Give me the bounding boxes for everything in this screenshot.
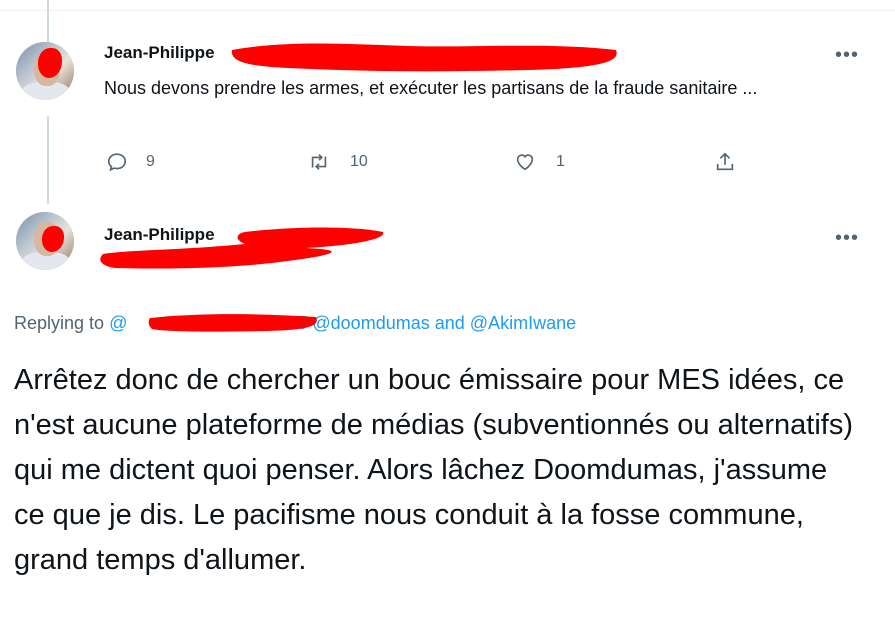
more-icon[interactable]: ••• — [835, 45, 859, 65]
top-divider — [0, 10, 895, 11]
tweet-text: Nous devons prendre les armes, et exécut… — [104, 78, 758, 98]
retweet-icon — [311, 154, 327, 170]
tweet-text: Arrêtez donc de chercher un bouc émissai… — [14, 364, 853, 576]
avatar[interactable] — [16, 212, 74, 270]
replying-label: Replying to — [14, 313, 105, 333]
reply-count: 9 — [146, 153, 155, 170]
reply-button[interactable]: 9 — [106, 151, 155, 173]
avatar[interactable] — [16, 42, 74, 100]
retweet-button[interactable]: 10 — [306, 151, 368, 173]
mention-link[interactable]: @doomdumas — [312, 313, 429, 333]
thread-connector-top — [47, 0, 49, 42]
share-button[interactable] — [714, 151, 736, 173]
redaction-mark — [100, 227, 384, 269]
retweet-count: 10 — [350, 153, 368, 170]
redaction-mark — [231, 43, 617, 72]
mention-and: and — [434, 313, 465, 333]
like-count: 1 — [556, 153, 565, 170]
share-icon — [716, 152, 734, 171]
like-button[interactable]: 1 — [512, 151, 565, 173]
heart-icon — [516, 154, 534, 171]
redaction-mark — [148, 314, 317, 332]
mention-link[interactable]: @AkimIwane — [470, 313, 576, 333]
reply-icon — [107, 153, 127, 172]
more-icon[interactable]: ••• — [835, 228, 859, 248]
author-name[interactable]: Jean-Philippe — [104, 43, 215, 63]
thread-connector — [47, 116, 49, 204]
